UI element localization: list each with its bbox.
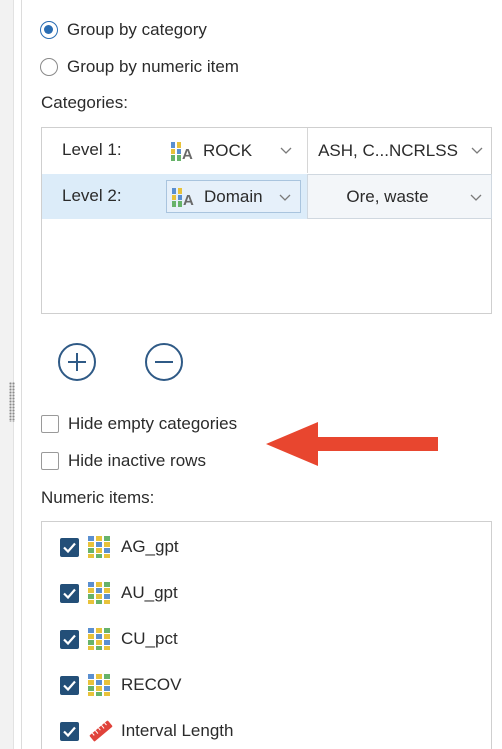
chevron-down-icon[interactable]	[470, 143, 484, 157]
remove-category-button[interactable]	[145, 343, 183, 381]
category-item-label: Domain	[204, 186, 263, 206]
category-row-level-2[interactable]: Level 2: A Domain Ore, waste	[42, 174, 492, 219]
hide-empty-categories-label: Hide empty categories	[68, 414, 238, 433]
numeric-items-list: AG_gpt AU_gpt CU_pct RECOV Interval Leng…	[41, 521, 492, 749]
category-values-select[interactable]: Ore, waste	[307, 174, 492, 219]
numeric-item-row[interactable]: AU_gpt	[60, 579, 178, 607]
numeric-item-label: Interval Length	[121, 721, 234, 740]
numeric-item-label: CU_pct	[121, 629, 178, 648]
numeric-item-label: AG_gpt	[121, 537, 179, 556]
numeric-column-icon	[87, 627, 117, 651]
category-column-icon: A	[170, 140, 198, 163]
chevron-down-icon[interactable]	[469, 190, 483, 204]
svg-text:A: A	[183, 192, 194, 208]
add-category-button[interactable]	[58, 343, 96, 381]
category-values-label: ASH, C...NCRLSS	[318, 140, 458, 160]
numeric-column-icon	[87, 535, 117, 559]
category-row-level-1[interactable]: Level 1: A ROCK ASH, C...NCRLSS	[42, 128, 491, 173]
numeric-item-row[interactable]: Interval Length	[60, 717, 233, 745]
category-values-select[interactable]: ASH, C...NCRLSS	[307, 128, 492, 173]
numeric-item-label: AU_gpt	[121, 583, 178, 602]
checkbox-unchecked-icon[interactable]	[41, 452, 59, 470]
categories-table: Level 1: A ROCK ASH, C...NCRLSS Level 2:…	[41, 127, 492, 314]
numeric-item-row[interactable]: AG_gpt	[60, 533, 179, 561]
categories-label: Categories:	[41, 93, 128, 112]
numeric-item-row[interactable]: RECOV	[60, 671, 181, 699]
checkbox-unchecked-icon[interactable]	[41, 415, 59, 433]
numeric-column-icon	[87, 581, 117, 605]
hide-inactive-rows-checkbox[interactable]: Hide inactive rows	[41, 449, 206, 473]
ruler-icon	[87, 719, 117, 743]
group-by-numeric-label: Group by numeric item	[67, 57, 239, 76]
numeric-items-label: Numeric items:	[41, 488, 155, 507]
plus-icon-stem	[76, 353, 78, 371]
splitter-handle[interactable]	[9, 382, 15, 422]
category-item-label: ROCK	[203, 140, 253, 160]
chevron-down-icon[interactable]	[278, 190, 292, 204]
minus-icon	[155, 361, 173, 363]
numeric-item-label: RECOV	[121, 675, 182, 694]
checkbox-checked-icon[interactable]	[60, 629, 79, 649]
checkbox-checked-icon[interactable]	[60, 675, 79, 695]
checkbox-checked-icon[interactable]	[60, 721, 79, 741]
category-column-icon: A	[171, 186, 199, 209]
level-label: Level 1:	[62, 140, 122, 159]
hide-empty-categories-checkbox[interactable]: Hide empty categories	[41, 412, 237, 436]
checkbox-checked-icon[interactable]	[60, 537, 79, 557]
category-values-label: Ore, waste	[346, 186, 429, 206]
group-by-category-label: Group by category	[67, 20, 207, 39]
hide-inactive-rows-label: Hide inactive rows	[68, 451, 206, 470]
radio-checked-icon[interactable]	[40, 21, 58, 39]
radio-unchecked-icon[interactable]	[40, 58, 58, 76]
group-by-category-radio[interactable]: Group by category	[40, 18, 207, 42]
checkbox-checked-icon[interactable]	[60, 583, 79, 603]
panel-divider	[21, 0, 22, 749]
numeric-column-icon	[87, 673, 117, 697]
numeric-item-row[interactable]: CU_pct	[60, 625, 178, 653]
category-item-select[interactable]: A Domain	[166, 180, 301, 213]
svg-text:A: A	[182, 146, 193, 162]
group-by-numeric-radio[interactable]: Group by numeric item	[40, 55, 239, 79]
chevron-down-icon[interactable]	[279, 143, 293, 157]
category-item-select[interactable]: A ROCK	[166, 134, 301, 167]
annotation-arrow-icon	[266, 422, 438, 466]
left-pane-strip	[0, 0, 14, 749]
level-label: Level 2:	[62, 186, 122, 205]
